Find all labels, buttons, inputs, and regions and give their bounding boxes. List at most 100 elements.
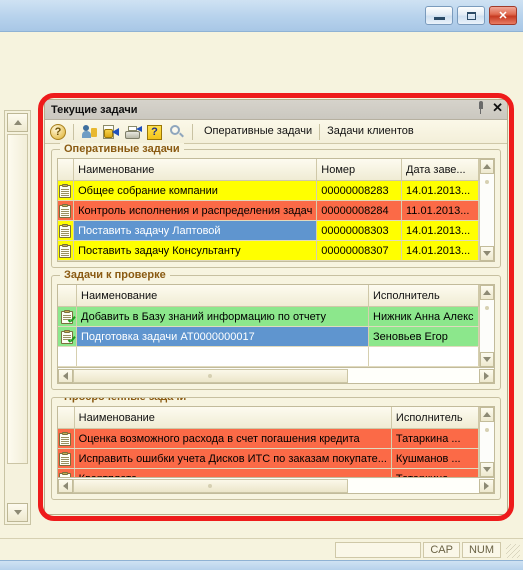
window-titlebar-actions: ✕: [477, 101, 503, 114]
workspace-vertical-scrollbar[interactable]: [4, 110, 31, 525]
minimize-icon: [433, 17, 445, 20]
toolbar-link-client-tasks[interactable]: Задачи клиентов: [320, 123, 421, 140]
toolbar-separator-2: [192, 123, 193, 140]
maximize-button[interactable]: [457, 6, 485, 25]
grid-scroll-up-button[interactable]: [480, 159, 494, 174]
table-row[interactable]: Квартплата Татаркина: [58, 468, 480, 477]
resize-grip-icon[interactable]: [506, 544, 520, 558]
grid-scroll-left-button[interactable]: [58, 368, 73, 383]
grid-scroll-left-button[interactable]: [58, 478, 73, 493]
grid-scroll-right-button[interactable]: [479, 478, 494, 493]
cell-number: 00000008283: [316, 180, 402, 201]
grid-hscroll-thumb[interactable]: [73, 368, 348, 383]
maximize-icon: [466, 11, 476, 20]
grid-scroll-up-button[interactable]: [480, 285, 494, 300]
grid-header-assignee[interactable]: Исполнитель: [391, 407, 480, 429]
application-titlebar: ✕: [0, 0, 523, 32]
scroll-thumb-mark: [485, 180, 489, 184]
empty-cell: [368, 346, 479, 367]
help-icon[interactable]: ?: [48, 122, 68, 142]
clipboard-icon: [58, 180, 75, 201]
chevron-up-icon: [483, 290, 491, 295]
search-icon[interactable]: [167, 122, 187, 142]
cell-number: 00000008303: [316, 220, 402, 241]
clipboard-icon: [58, 240, 75, 261]
table-row[interactable]: Подготовка задачи АТ0000000017 Зеновьев …: [58, 326, 479, 347]
grid-hscroll-track[interactable]: [347, 478, 479, 493]
cell-number: 00000008284: [316, 200, 402, 221]
cell-name: Добавить в Базу знаний информацию по отч…: [76, 306, 369, 327]
chevron-up-icon: [483, 412, 491, 417]
close-button[interactable]: ✕: [489, 6, 517, 25]
grid-scroll-track[interactable]: [480, 422, 494, 462]
chevron-left-icon: [63, 371, 68, 380]
table-row[interactable]: Поставить задачу Консультанту 0000000830…: [58, 240, 479, 261]
grid-table: Наименование Номер Дата заве... Общее со…: [58, 159, 479, 261]
grid-header-name[interactable]: Наименование: [73, 159, 318, 181]
table-row[interactable]: Добавить в Базу знаний информацию по отч…: [58, 306, 479, 327]
status-bar: CAP NUM: [0, 538, 523, 560]
clipboard-check-icon: [58, 306, 77, 327]
table-row[interactable]: Исправить ошибки учета Дисков ИТС по зак…: [58, 448, 480, 469]
grid-header-icon-col: [58, 285, 77, 307]
cell-name: Исправить ошибки учета Дисков ИТС по зак…: [74, 448, 392, 469]
grid-header-name[interactable]: Наименование: [74, 407, 392, 429]
grid-header-assignee[interactable]: Исполнитель: [368, 285, 479, 307]
table-row[interactable]: Общее собрание компании 00000008283 14.0…: [58, 180, 479, 201]
chevron-right-icon: [484, 371, 489, 380]
pin-icon[interactable]: [477, 101, 485, 114]
grid-header-date[interactable]: Дата заве...: [401, 159, 479, 181]
grid-operational-tasks: Наименование Номер Дата заве... Общее со…: [57, 158, 495, 262]
grid-scroll-up-button[interactable]: [480, 407, 494, 422]
question-square-icon[interactable]: ?: [145, 122, 165, 142]
cell-date: 14.01.2013...: [401, 240, 479, 261]
grid-header-icon-col: [58, 159, 75, 181]
workspace-scrollbar-thumb[interactable]: [7, 134, 28, 464]
cell-date: 14.01.2013...: [401, 180, 479, 201]
grid-scroll-track[interactable]: [480, 300, 494, 352]
toolbar-link-operational-tasks[interactable]: Оперативные задачи: [197, 123, 319, 140]
grid-scroll-down-button[interactable]: [480, 462, 494, 477]
grid-hscroll-thumb[interactable]: [73, 478, 348, 493]
cell-name: Оценка возможного расхода в счет погашен…: [74, 428, 392, 449]
section-legend: Задачи к проверке: [60, 269, 170, 281]
cell-assignee: Нижник Анна Алекс: [368, 306, 479, 327]
window-titlebar[interactable]: Текущие задачи ✕: [45, 100, 507, 120]
grid-scroll-track[interactable]: [480, 174, 494, 246]
grid-vertical-scrollbar[interactable]: [479, 407, 494, 477]
grid-vertical-scrollbar[interactable]: [479, 159, 494, 261]
cell-name: Контроль исполнения и распределения зада…: [73, 200, 318, 221]
chevron-down-icon: [483, 251, 491, 256]
clipboard-icon: [58, 220, 75, 241]
table-row[interactable]: Оценка возможного расхода в счет погашен…: [58, 428, 480, 449]
user-key-icon[interactable]: [79, 122, 99, 142]
section-legend: Оперативные задачи: [60, 143, 184, 155]
chevron-right-icon: [484, 481, 489, 490]
cell-assignee: Зеновьев Егор: [368, 326, 479, 347]
table-row[interactable]: Контроль исполнения и распределения зада…: [58, 200, 479, 221]
scroll-thumb-mark: [485, 428, 489, 432]
table-row[interactable]: Поставить задачу Лаптовой 00000008303 14…: [58, 220, 479, 241]
grid-scroll-right-button[interactable]: [479, 368, 494, 383]
window-close-icon[interactable]: ✕: [492, 101, 503, 114]
minimize-button[interactable]: [425, 6, 453, 25]
grid-horizontal-scrollbar[interactable]: [57, 478, 495, 494]
grid-horizontal-scrollbar[interactable]: [57, 368, 495, 384]
workspace-scroll-up-button[interactable]: [7, 113, 28, 132]
grid-scroll-down-button[interactable]: [480, 352, 494, 367]
fax-send-icon[interactable]: [123, 122, 143, 142]
grid-hscroll-track[interactable]: [347, 368, 479, 383]
grid-header-number[interactable]: Номер: [316, 159, 402, 181]
chevron-up-icon: [13, 120, 22, 125]
grid-header-row: Наименование Номер Дата заве...: [58, 159, 479, 181]
grid-vertical-scrollbar[interactable]: [479, 285, 494, 367]
grid-table: Наименование Исполнитель Оценка возможно…: [58, 407, 480, 477]
grid-header-row: Наименование Исполнитель: [58, 407, 480, 429]
document-money-icon[interactable]: [101, 122, 121, 142]
grid-header-name[interactable]: Наименование: [76, 285, 369, 307]
scroll-thumb-mark: [485, 306, 489, 310]
workspace-scroll-down-button[interactable]: [7, 503, 28, 522]
grid-scroll-down-button[interactable]: [480, 246, 494, 261]
close-icon: ✕: [498, 10, 508, 22]
cell-assignee: Татаркина: [391, 468, 480, 477]
